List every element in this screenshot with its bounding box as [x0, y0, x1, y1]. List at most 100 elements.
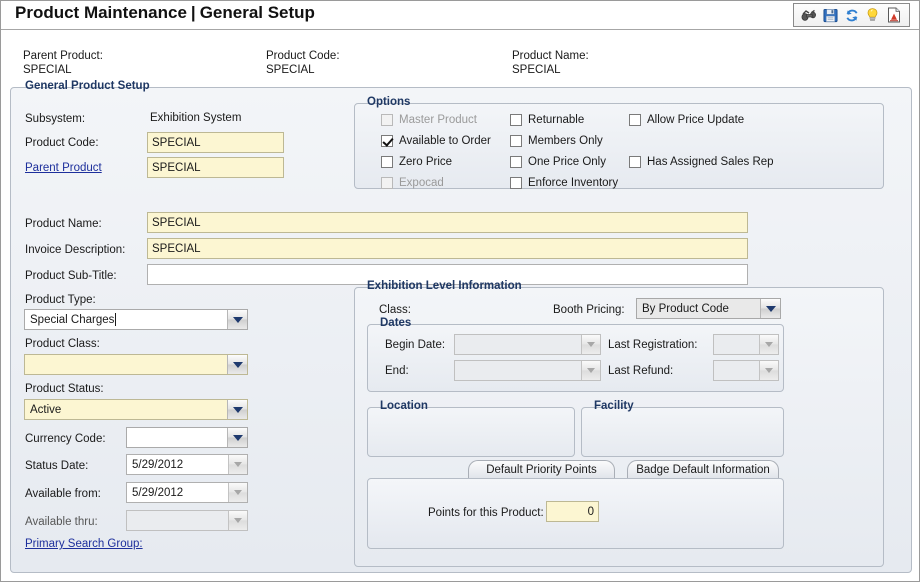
checkbox-box: [381, 156, 393, 168]
checkbox-label: Enforce Inventory: [528, 177, 619, 189]
exhibition-legend: Exhibition Level Information: [363, 280, 526, 292]
primary-search-group-link[interactable]: Primary Search Group:: [25, 537, 143, 551]
product-class-select[interactable]: [24, 354, 248, 375]
booth-pricing-value: By Product Code: [642, 302, 729, 315]
lightbulb-icon[interactable]: [862, 5, 883, 25]
checkbox-label: Available to Order: [399, 135, 491, 147]
calendar-dropdown-icon: [581, 361, 600, 380]
checkbox-box: [381, 177, 393, 189]
checkbox-label: One Price Only: [528, 156, 606, 168]
product-status-value: Active: [30, 403, 62, 416]
header-product-name: Product Name: SPECIAL: [512, 49, 589, 77]
checkbox-box: [629, 156, 641, 168]
tab-badge-default-information[interactable]: Badge Default Information: [627, 460, 779, 479]
calendar-dropdown-icon[interactable]: [228, 455, 247, 474]
options-legend: Options: [363, 96, 415, 108]
facility-legend: Facility: [590, 400, 638, 412]
product-class-label: Product Class:: [25, 338, 100, 350]
checkbox-box: [510, 114, 522, 126]
text-caret: [115, 313, 117, 326]
currency-code-select[interactable]: [126, 427, 248, 448]
product-type-label: Product Type:: [25, 294, 96, 306]
product-status-label: Product Status:: [25, 383, 104, 395]
header-product-code-value: SPECIAL: [266, 64, 315, 76]
available-thru-label: Available thru:: [25, 516, 98, 528]
points-for-this-product-input[interactable]: 0: [546, 501, 599, 522]
parent-product-input[interactable]: SPECIAL: [147, 157, 284, 178]
checkbox-returnable[interactable]: Returnable: [510, 114, 584, 126]
last-registration-label: Last Registration:: [608, 339, 698, 351]
binoculars-icon[interactable]: [799, 5, 820, 25]
title-bar: Product Maintenance | General Setup: [1, 1, 919, 30]
available-from-input[interactable]: 5/29/2012: [126, 482, 248, 503]
calendar-dropdown-icon: [228, 511, 247, 530]
save-icon[interactable]: [820, 5, 841, 25]
calendar-dropdown-icon: [759, 361, 778, 380]
checkbox-enforce-inventory[interactable]: Enforce Inventory: [510, 177, 618, 189]
last-registration-value: [714, 335, 759, 354]
product-name-input[interactable]: SPECIAL: [147, 212, 748, 233]
parent-product-link[interactable]: Parent Product: [25, 161, 102, 175]
tab-default-priority-points[interactable]: Default Priority Points: [468, 460, 615, 479]
chevron-down-icon[interactable]: [227, 428, 247, 447]
status-date-input[interactable]: 5/29/2012: [126, 454, 248, 475]
exhibition-level-information-panel: Exhibition Level Information Class: Boot…: [354, 280, 884, 567]
product-name-label: Product Name:: [25, 218, 102, 230]
header-parent-product-label: Parent Product:: [23, 50, 103, 62]
header-parent-product-value: SPECIAL: [23, 64, 72, 76]
checkbox-label: Master Product: [399, 114, 477, 126]
checkbox-label: Zero Price: [399, 156, 453, 168]
general-product-setup-legend: General Product Setup: [21, 80, 154, 92]
checkbox-box: [381, 135, 393, 147]
checkbox-label: Has Assigned Sales Rep: [647, 156, 774, 168]
checkbox-available-to-order[interactable]: Available to Order: [381, 135, 491, 147]
calendar-dropdown-icon[interactable]: [228, 483, 247, 502]
begin-date-label: Begin Date:: [385, 339, 446, 351]
application-window: Product Maintenance | General Setup Pare…: [0, 0, 920, 582]
checkbox-master-product[interactable]: Master Product: [381, 114, 477, 126]
last-refund-label: Last Refund:: [608, 365, 674, 377]
product-type-value: Special Charges: [30, 313, 117, 326]
page-title-separator: |: [190, 3, 196, 22]
product-type-select[interactable]: Special Charges: [24, 309, 248, 330]
invoice-description-input[interactable]: SPECIAL: [147, 238, 748, 259]
general-product-setup-panel: General Product Setup Subsystem: Exhibit…: [10, 80, 912, 573]
product-subtitle-label: Product Sub-Title:: [25, 270, 117, 282]
currency-code-value: [127, 428, 227, 447]
checkbox-box: [510, 177, 522, 189]
chevron-down-icon[interactable]: [227, 400, 247, 419]
last-refund-value: [714, 361, 759, 380]
last-registration-input[interactable]: [713, 334, 779, 355]
chevron-down-icon[interactable]: [760, 299, 780, 318]
booth-pricing-select[interactable]: By Product Code: [636, 298, 781, 319]
begin-date-input[interactable]: [454, 334, 601, 355]
product-code-input[interactable]: SPECIAL: [147, 132, 284, 153]
product-code-label: Product Code:: [25, 137, 99, 149]
checkbox-expocad[interactable]: Expocad: [381, 177, 444, 189]
chevron-down-icon[interactable]: [227, 355, 247, 374]
checkbox-one-price-only[interactable]: One Price Only: [510, 156, 606, 168]
booth-pricing-label: Booth Pricing:: [553, 304, 625, 316]
header-product-name-value: SPECIAL: [512, 64, 561, 76]
end-label: End:: [385, 365, 409, 377]
begin-date-value: [455, 335, 581, 354]
calendar-dropdown-icon: [759, 335, 778, 354]
checkbox-allow-price-update[interactable]: Allow Price Update: [629, 114, 744, 126]
checkbox-label: Expocad: [399, 177, 444, 189]
last-refund-input[interactable]: [713, 360, 779, 381]
refresh-icon[interactable]: [841, 5, 862, 25]
end-date-input[interactable]: [454, 360, 601, 381]
checkbox-zero-price[interactable]: Zero Price: [381, 156, 452, 168]
location-panel: Location: [367, 400, 575, 457]
checkbox-has-assigned-sales-rep[interactable]: Has Assigned Sales Rep: [629, 156, 774, 168]
currency-code-label: Currency Code:: [25, 433, 106, 445]
header-product-name-label: Product Name:: [512, 50, 589, 62]
checkbox-label: Returnable: [528, 114, 585, 126]
calendar-dropdown-icon: [581, 335, 600, 354]
chevron-down-icon[interactable]: [227, 310, 247, 329]
checkbox-members-only[interactable]: Members Only: [510, 135, 603, 147]
product-status-select[interactable]: Active: [24, 399, 248, 420]
available-thru-input[interactable]: [126, 510, 248, 531]
report-icon[interactable]: [883, 5, 904, 25]
page-title: Product Maintenance | General Setup: [15, 3, 315, 23]
